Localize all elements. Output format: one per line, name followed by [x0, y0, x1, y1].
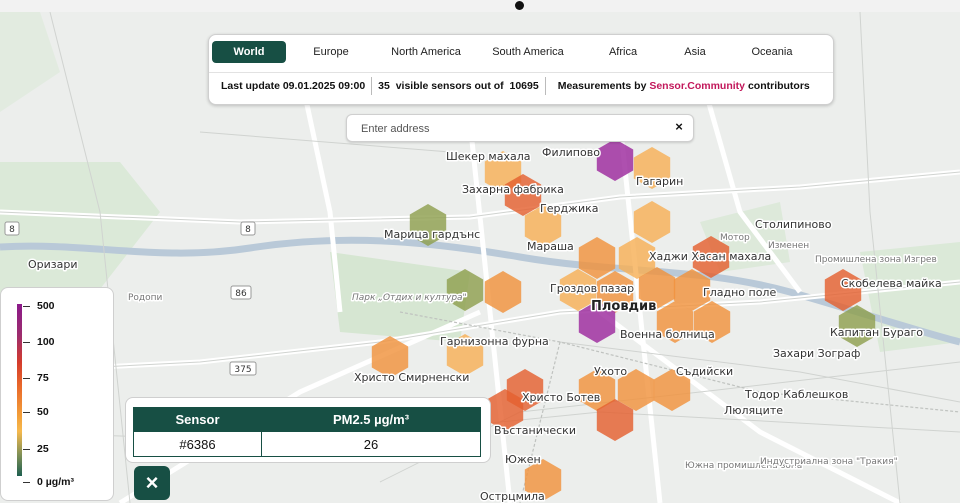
legend-color-bar: [17, 304, 22, 476]
place-label: Хаджи Хасан махала: [649, 250, 771, 263]
close-popup-button[interactable]: ×: [134, 466, 170, 500]
address-input[interactable]: [359, 119, 663, 139]
pm-legend: 500 100 75 50 25 0 µg/m³: [0, 287, 114, 501]
svg-text:8: 8: [245, 225, 251, 235]
tab-europe[interactable]: Europe: [286, 41, 376, 63]
place-label: Скобелева майка: [841, 277, 942, 290]
place-label: Гарнизонна фурна: [440, 335, 549, 348]
legend-tick: [23, 378, 30, 379]
place-label: Капитан Бураго: [830, 326, 923, 339]
sensor-id: #6386: [133, 431, 262, 457]
legend-label-25: 25: [37, 443, 49, 455]
svg-text:8: 8: [9, 225, 15, 235]
visible-sensors-text: 35 visible sensors out of 10695: [372, 76, 545, 96]
place-label: Ухото: [594, 365, 627, 378]
svg-text:86: 86: [235, 289, 247, 299]
place-label: Гагарин: [636, 175, 683, 188]
camera-dot: [515, 1, 524, 10]
measurements-credit: Measurements by Sensor.Community contrib…: [546, 76, 816, 96]
place-label: Люляците: [724, 404, 783, 417]
place-label: Южен: [505, 453, 541, 466]
place-label: Захари Зограф: [773, 347, 860, 360]
place-label: Шекер махала: [446, 150, 530, 163]
credit-suffix: contributors: [747, 80, 810, 92]
place-label: Родопи: [128, 293, 163, 303]
place-label: Промишлена зона Изгрев: [815, 255, 937, 265]
place-label: Гроздов пазар: [550, 282, 634, 295]
road-number-badge: 8: [4, 221, 20, 236]
clear-search-icon[interactable]: ×: [671, 118, 687, 136]
region-panel: World Europe North America South America…: [208, 34, 834, 105]
place-label: Пловдив: [591, 299, 656, 314]
place-label: Острцмила: [480, 490, 545, 503]
tab-oceania[interactable]: Oceania: [724, 41, 820, 63]
address-search: ×: [346, 114, 694, 142]
tab-south-america[interactable]: South America: [476, 41, 580, 63]
legend-label-0: 0 µg/m³: [37, 476, 74, 488]
tab-asia[interactable]: Asia: [666, 41, 724, 63]
pm25-value: 26: [261, 431, 481, 457]
place-label: Мотор: [720, 233, 750, 243]
road-number-badge: 86: [230, 285, 252, 300]
legend-label-50: 50: [37, 406, 49, 418]
tab-north-america[interactable]: North America: [376, 41, 476, 63]
place-label: Марица гардънс: [384, 228, 480, 241]
place-label: Военна болница: [620, 328, 715, 341]
region-tabs: World Europe North America South America…: [209, 39, 833, 64]
place-label: Гладно поле: [703, 286, 776, 299]
place-label: Захарна фабрика: [462, 183, 564, 196]
sensor-community-link[interactable]: Sensor.Community: [649, 80, 745, 92]
road-number-badge: 8: [240, 221, 256, 236]
place-label: Индустриална зона "Тракия": [760, 457, 898, 467]
place-label: Христо Ботев: [522, 391, 600, 404]
place-label: Изменен: [768, 241, 809, 251]
place-label: Столипиново: [755, 218, 832, 231]
tab-world[interactable]: World: [212, 40, 286, 63]
legend-tick: [23, 482, 30, 483]
last-update-text: Last update 09.01.2025 09:00: [221, 80, 366, 92]
svg-text:375: 375: [234, 365, 251, 375]
legend-label-75: 75: [37, 372, 49, 384]
road-number-badge: 375: [229, 361, 257, 376]
visible-mid: visible sensors out of: [395, 80, 504, 92]
credit-prefix: Measurements by: [557, 80, 647, 92]
place-label: Христо Смирненски: [354, 371, 469, 384]
sensor-header: Sensor: [133, 407, 262, 432]
pm25-header: PM2.5 µg/m³: [261, 407, 481, 432]
visible-count: 35: [378, 80, 390, 92]
top-bar: [0, 0, 960, 12]
legend-label-100: 100: [37, 336, 55, 348]
total-count: 10695: [509, 80, 539, 92]
place-label: Тодор Каблешков: [744, 388, 848, 401]
place-label: Парк „Отдих и култура": [352, 293, 467, 303]
legend-tick: [23, 342, 30, 343]
legend-tick: [23, 449, 30, 450]
legend-tick: [23, 306, 30, 307]
sensor-table: Sensor PM2.5 µg/m³ #6386 26: [133, 407, 481, 457]
status-bar: Last update 09.01.2025 09:00 35 visible …: [209, 72, 833, 99]
place-label: Филипово: [542, 146, 600, 159]
legend-label-500: 500: [37, 300, 55, 312]
legend-tick: [23, 412, 30, 413]
place-label: Въстанически: [494, 424, 576, 437]
place-label: Съдийски: [676, 365, 733, 378]
place-label: Мараша: [527, 240, 574, 253]
sensor-popup: Sensor PM2.5 µg/m³ #6386 26: [125, 397, 491, 463]
tab-africa[interactable]: Africa: [580, 41, 666, 63]
place-label: Оризари: [28, 258, 78, 271]
place-label: Герджика: [540, 202, 599, 215]
